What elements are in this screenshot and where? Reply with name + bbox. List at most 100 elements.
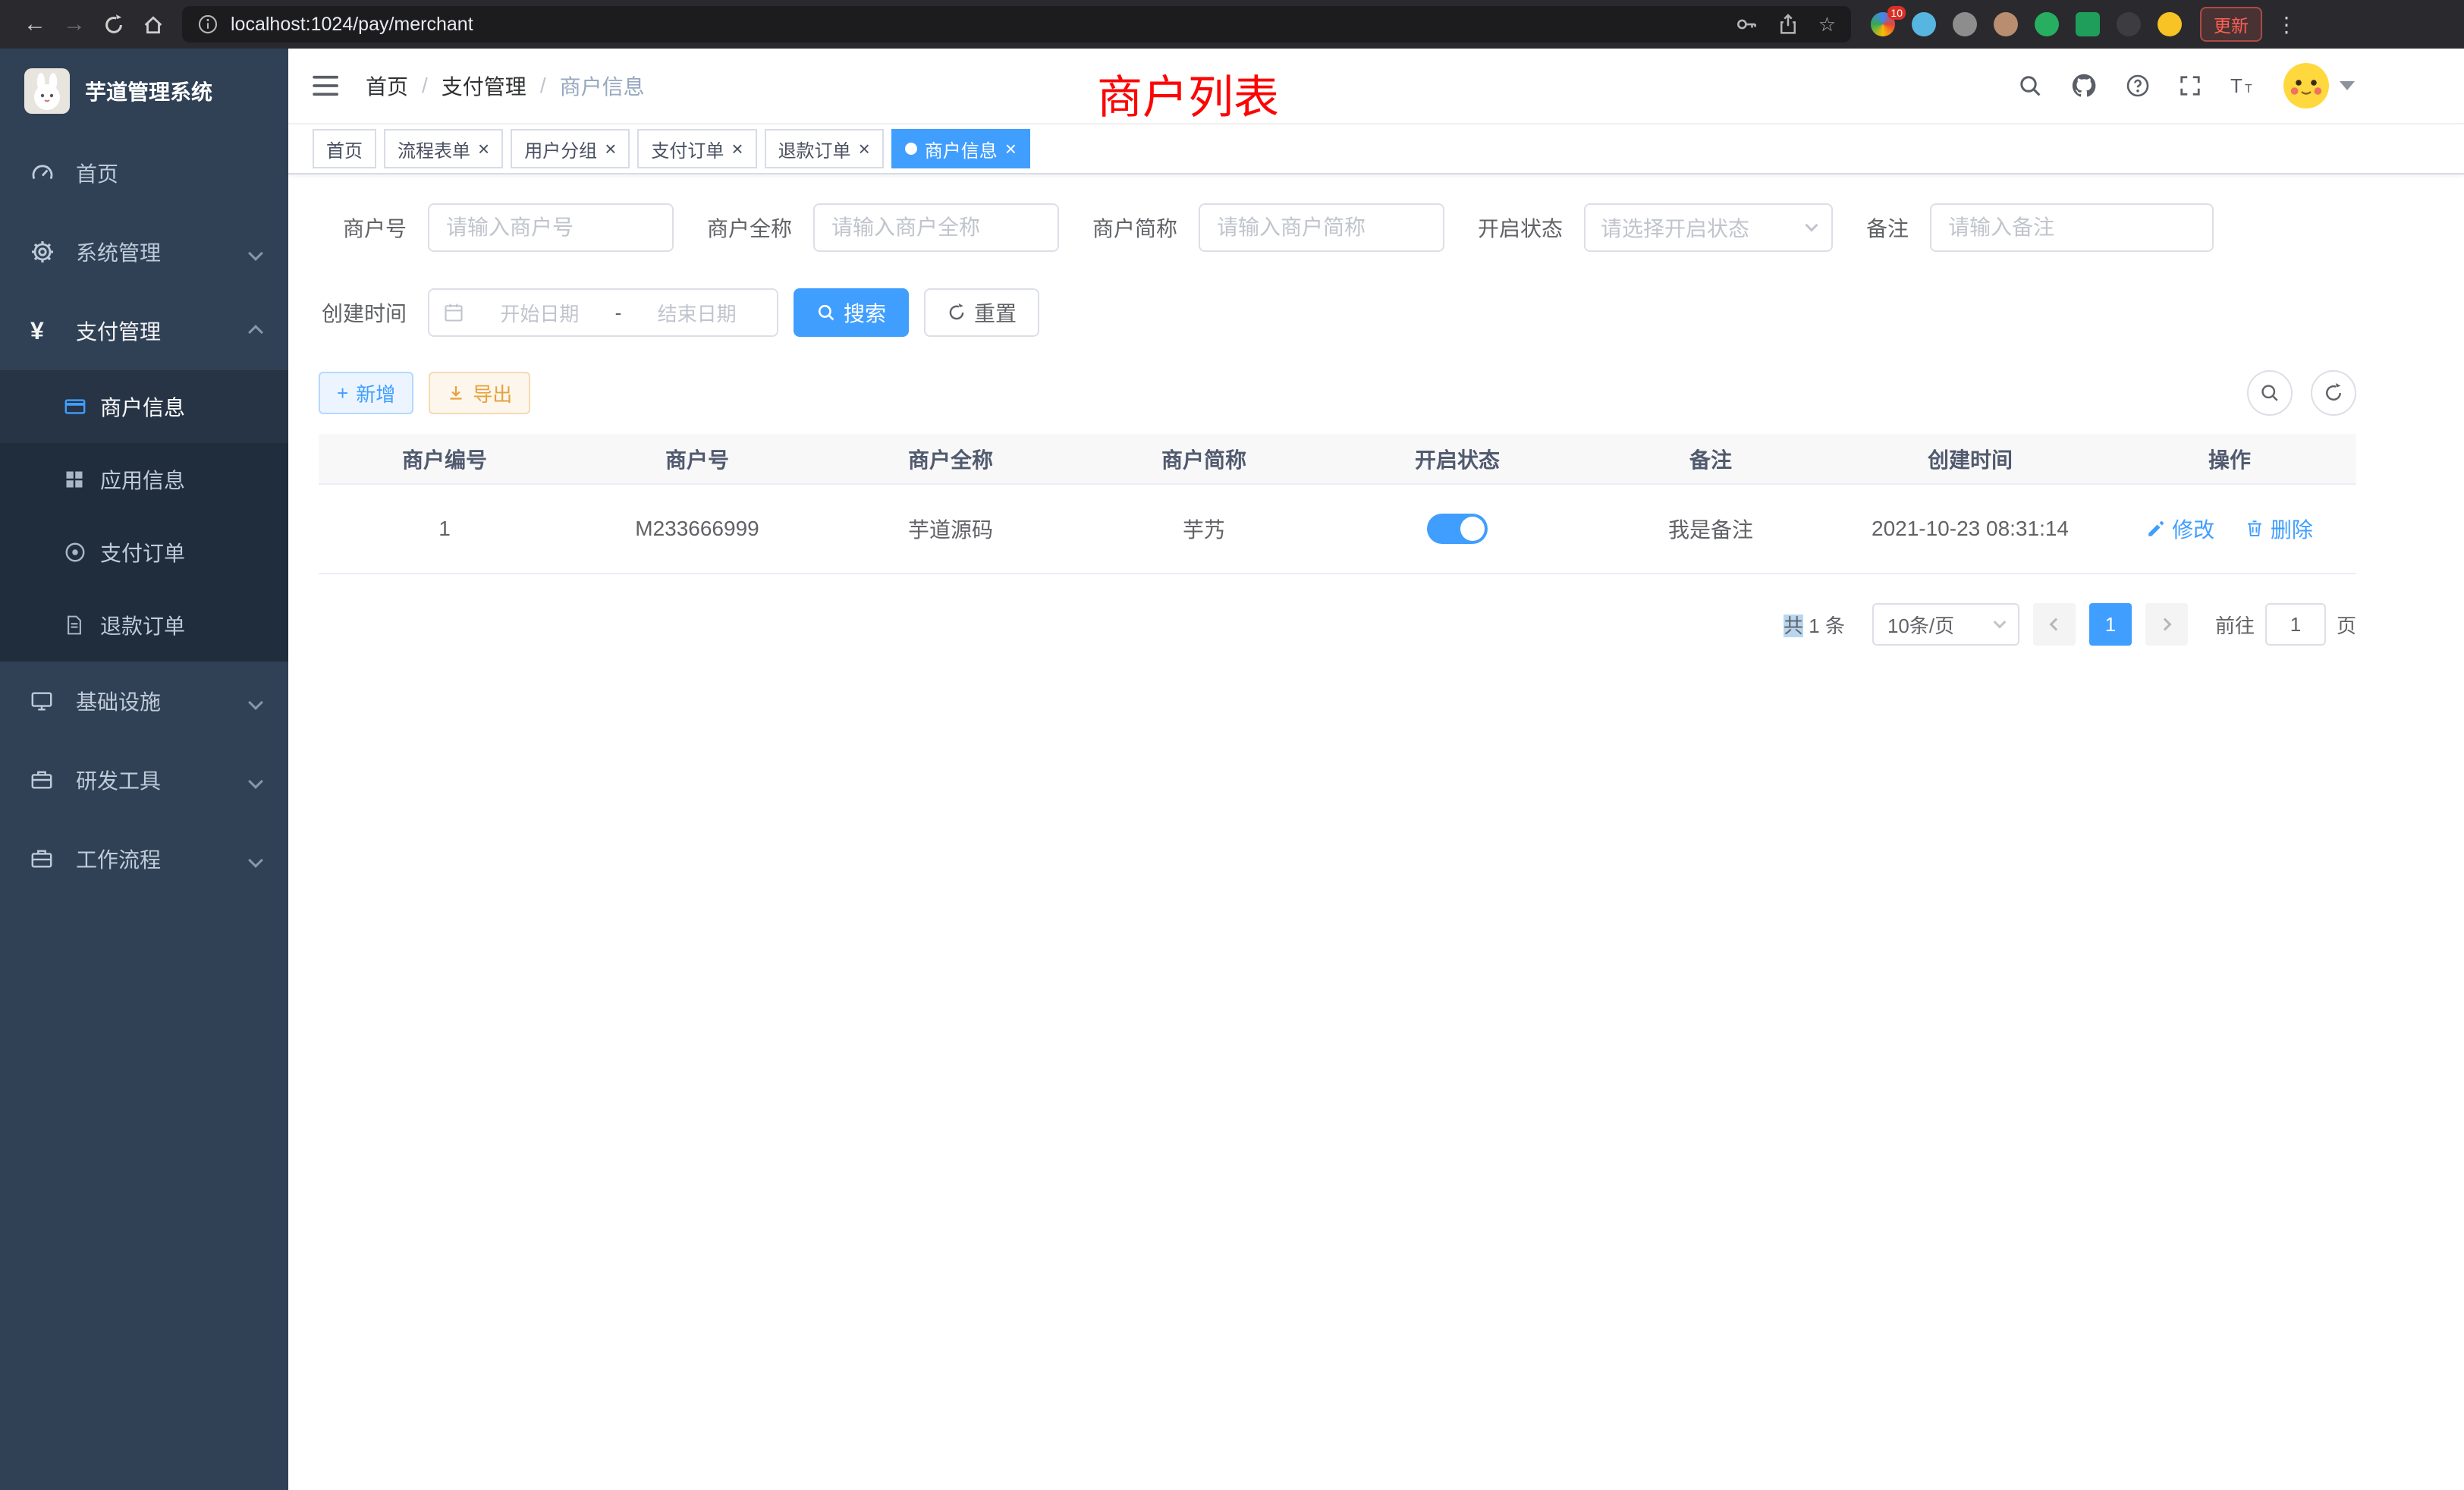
browser-update-button[interactable]: 更新: [2200, 7, 2262, 42]
extension-icon-gradient[interactable]: 10: [1871, 12, 1895, 36]
help-icon[interactable]: [2126, 74, 2150, 98]
extension-icon-gray[interactable]: [1953, 12, 1977, 36]
short-name-input[interactable]: [1199, 203, 1444, 252]
goto-page-input[interactable]: [2265, 603, 2326, 646]
font-size-icon[interactable]: TT: [2230, 74, 2255, 98]
field-label: 备注: [1866, 212, 1909, 243]
sidebar-item-payment[interactable]: ¥ 支付管理: [0, 291, 288, 370]
sidebar-item-pay-order[interactable]: 支付订单: [0, 516, 288, 589]
search-button[interactable]: 搜索: [794, 288, 909, 337]
tab-merchant-info[interactable]: 商户信息 ×: [891, 129, 1030, 168]
chevron-left-icon: [2049, 618, 2062, 631]
col-header-status: 开启状态: [1331, 434, 1584, 484]
extension-icon-green[interactable]: [2035, 12, 2059, 36]
chevron-down-icon: [1806, 219, 1818, 232]
password-key-icon[interactable]: [1735, 13, 1758, 36]
sidebar-item-label: 应用信息: [100, 464, 185, 495]
delete-link[interactable]: 删除: [2245, 514, 2313, 544]
page-size-select[interactable]: 10条/页: [1872, 603, 2019, 646]
edit-link[interactable]: 修改: [2146, 514, 2214, 544]
close-icon[interactable]: ×: [605, 139, 616, 159]
sidebar-item-label: 退款订单: [100, 610, 185, 640]
cell-id: 1: [319, 484, 570, 574]
close-icon[interactable]: ×: [1005, 139, 1017, 159]
next-page-button[interactable]: [2145, 603, 2188, 646]
extension-icon-green-square[interactable]: [2076, 12, 2100, 36]
forward-icon[interactable]: →: [55, 2, 94, 47]
fullscreen-icon[interactable]: [2179, 74, 2202, 97]
field-label: 商户号: [319, 212, 407, 243]
table-row: 1 M233666999 芋道源码 芋艿 我是备注 2021-10-23 08:…: [319, 484, 2356, 574]
share-icon[interactable]: [1777, 14, 1799, 35]
sidebar-item-label: 系统管理: [76, 237, 161, 267]
sidebar-item-dev-tools[interactable]: 研发工具: [0, 740, 288, 819]
tab-refund-order[interactable]: 退款订单 ×: [765, 129, 884, 168]
field-label: 商户全称: [707, 212, 792, 243]
site-info-icon[interactable]: [197, 14, 218, 35]
create-time-range-picker[interactable]: 开始日期 - 结束日期: [428, 288, 778, 337]
sidebar-item-home[interactable]: 首页: [0, 134, 288, 212]
sidebar-item-app-info[interactable]: 应用信息: [0, 443, 288, 516]
sidebar-item-refund-order[interactable]: 退款订单: [0, 589, 288, 662]
full-name-input[interactable]: [813, 203, 1059, 252]
url-text: localhost:1024/pay/merchant: [231, 14, 473, 36]
status-toggle[interactable]: [1427, 514, 1488, 544]
user-avatar: [2283, 63, 2329, 108]
refresh-icon[interactable]: [2311, 370, 2356, 416]
total-count: 共 1 条: [1784, 611, 1845, 639]
search-icon[interactable]: [2018, 74, 2042, 98]
sidebar-item-merchant-info[interactable]: 商户信息: [0, 370, 288, 443]
address-bar[interactable]: localhost:1024/pay/merchant ☆: [182, 6, 1851, 42]
tab-label: 商户信息: [925, 136, 998, 162]
chevron-down-icon: [250, 689, 261, 713]
extension-icon-blue[interactable]: [1912, 12, 1936, 36]
profile-avatar-icon[interactable]: [1994, 12, 2018, 36]
bookmark-star-icon[interactable]: ☆: [1818, 13, 1836, 36]
hamburger-icon[interactable]: [313, 74, 341, 97]
merchant-table: 商户编号 商户号 商户全称 商户简称 开启状态 备注 创建时间 操作 1 M23…: [319, 434, 2356, 574]
sidebar-item-label: 商户信息: [100, 391, 185, 422]
home-icon[interactable]: [134, 2, 173, 47]
export-button[interactable]: 导出: [429, 372, 530, 414]
breadcrumb-home[interactable]: 首页: [366, 71, 408, 101]
sidebar-item-infrastructure[interactable]: 基础设施: [0, 662, 288, 740]
total-count-highlight: 共: [1784, 615, 1803, 637]
add-button[interactable]: + 新增: [319, 372, 413, 414]
github-icon[interactable]: [2071, 73, 2097, 99]
browser-window: ← → localhost:1024/pay/merchant ☆: [0, 0, 2464, 1490]
tab-process-form[interactable]: 流程表单 ×: [384, 129, 503, 168]
tab-home[interactable]: 首页: [313, 129, 376, 168]
filter-status: 开启状态 请选择开启状态: [1478, 203, 1833, 252]
extension-icon-smiley[interactable]: [2158, 12, 2182, 36]
tab-user-group[interactable]: 用户分组 ×: [511, 129, 630, 168]
browser-menu-icon[interactable]: ⋮: [2271, 12, 2302, 37]
chevron-down-icon: [250, 240, 261, 264]
gear-icon: [30, 240, 67, 264]
back-icon[interactable]: ←: [15, 2, 55, 47]
prev-page-button[interactable]: [2033, 603, 2076, 646]
page-button-1[interactable]: 1: [2089, 603, 2132, 646]
reset-button[interactable]: 重置: [924, 288, 1039, 337]
extension-icon-dark[interactable]: [2117, 12, 2141, 36]
close-icon[interactable]: ×: [478, 139, 489, 159]
status-select[interactable]: 请选择开启状态: [1584, 203, 1833, 252]
close-icon[interactable]: ×: [859, 139, 870, 159]
tab-pay-order[interactable]: 支付订单 ×: [637, 129, 756, 168]
close-icon[interactable]: ×: [731, 139, 743, 159]
app-logo[interactable]: 芋道管理系统: [0, 49, 288, 134]
remark-input[interactable]: [1930, 203, 2214, 252]
reload-icon[interactable]: [94, 2, 134, 47]
sidebar-item-label: 工作流程: [76, 844, 161, 874]
page-content: 商户号 商户全称 商户简称 开启状态 请选择开启状态: [288, 174, 2464, 646]
user-menu[interactable]: [2283, 63, 2355, 108]
merchant-no-input[interactable]: [428, 203, 674, 252]
sidebar-item-system[interactable]: 系统管理: [0, 212, 288, 291]
extensions-area: 10: [1871, 12, 2182, 36]
breadcrumb-payment[interactable]: 支付管理: [442, 71, 526, 101]
filter-remark: 备注: [1866, 203, 2214, 252]
cell-full-name: 芋道源码: [824, 484, 1077, 574]
filter-row-2: 创建时间 开始日期 - 结束日期 搜索 重置: [319, 288, 2356, 337]
toggle-search-icon[interactable]: [2247, 370, 2293, 416]
sidebar-item-workflow[interactable]: 工作流程: [0, 819, 288, 898]
page-unit-label: 页: [2337, 611, 2356, 639]
